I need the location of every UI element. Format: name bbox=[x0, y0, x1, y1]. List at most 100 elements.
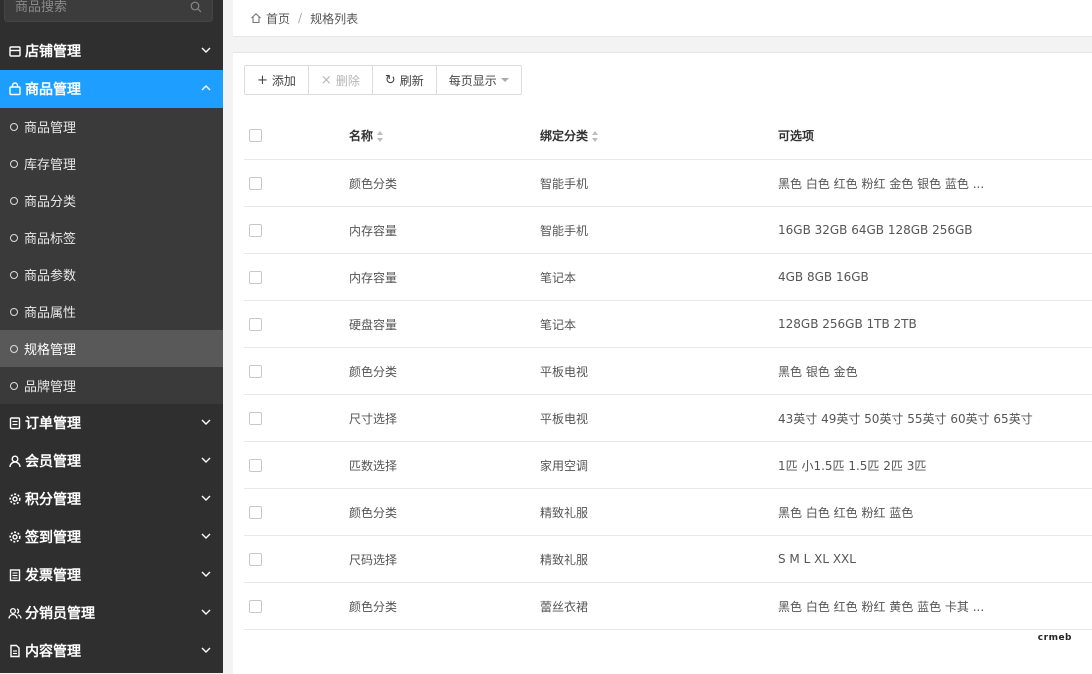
sidebar-item-label: 商品分类 bbox=[24, 195, 77, 210]
delete-button[interactable]: × 删除 bbox=[307, 65, 373, 95]
cell-options: 黑色 银色 金色 bbox=[778, 347, 1092, 395]
circle-icon bbox=[10, 270, 18, 279]
cell-options: S M L XL XXL bbox=[778, 535, 1092, 583]
row-checkbox[interactable] bbox=[249, 505, 262, 519]
sidebar-item-brands[interactable]: 品牌管理 bbox=[0, 367, 223, 404]
row-checkbox[interactable] bbox=[249, 176, 262, 190]
sidebar-item-label: 规格管理 bbox=[24, 343, 77, 358]
menu-group-invoices[interactable]: 发票管理 bbox=[0, 556, 223, 594]
delete-button-label: 删除 bbox=[335, 73, 360, 88]
chevron-down-icon bbox=[201, 647, 211, 653]
table-row[interactable]: 尺码选择 精致礼服 S M L XL XXL bbox=[244, 535, 1092, 583]
sidebar-item-specifications[interactable]: 规格管理 bbox=[0, 330, 223, 367]
chevron-down-icon bbox=[201, 609, 211, 615]
table-row[interactable]: 内存容量 智能手机 16GB 32GB 64GB 128GB 256GB bbox=[244, 206, 1092, 254]
table-row[interactable]: 颜色分类 平板电视 黑色 银色 金色 bbox=[244, 347, 1092, 395]
sidebar-item-products[interactable]: 商品管理 bbox=[0, 108, 223, 145]
table-row[interactable]: 颜色分类 蕾丝衣裙 黑色 白色 红色 粉红 黄色 蓝色 卡其 ... bbox=[244, 582, 1092, 630]
table-row[interactable]: 颜色分类 精致礼服 黑色 白色 红色 粉红 蓝色 bbox=[244, 488, 1092, 536]
table-row[interactable]: 尺寸选择 平板电视 43英寸 49英寸 50英寸 55英寸 60英寸 65英寸 bbox=[244, 394, 1092, 442]
menu-group-checkin[interactable]: 签到管理 bbox=[0, 518, 223, 556]
table-header-row: 名称 绑定分类 可选项 bbox=[244, 112, 1092, 160]
table-row[interactable]: 硬盘容量 笔记本 128GB 256GB 1TB 2TB bbox=[244, 300, 1092, 348]
caret-down-icon bbox=[500, 78, 509, 82]
row-checkbox[interactable] bbox=[249, 317, 262, 331]
row-checkbox[interactable] bbox=[249, 364, 262, 378]
menu-group-distributors[interactable]: 分销员管理 bbox=[0, 594, 223, 632]
cell-category: 精致礼服 bbox=[540, 488, 778, 536]
column-header-name[interactable]: 名称 bbox=[349, 112, 540, 160]
circle-icon bbox=[10, 122, 18, 131]
menu-group-content[interactable]: 内容管理 bbox=[0, 632, 223, 670]
table-row[interactable]: 匹数选择 家用空调 1匹 小1.5匹 1.5匹 2匹 3匹 bbox=[244, 441, 1092, 489]
cell-name: 尺寸选择 bbox=[349, 394, 540, 442]
sidebar-item-attributes[interactable]: 商品属性 bbox=[0, 293, 223, 330]
column-header-label: 可选项 bbox=[778, 129, 815, 143]
circle-icon bbox=[10, 381, 18, 390]
column-header-category[interactable]: 绑定分类 bbox=[540, 112, 778, 160]
sidebar-item-label: 商品标签 bbox=[24, 232, 77, 247]
menu-group-label: 会员管理 bbox=[25, 454, 81, 470]
menu-group-store[interactable]: 店铺管理 bbox=[0, 32, 223, 70]
cell-name: 尺码选择 bbox=[349, 535, 540, 583]
menu-group-products[interactable]: 商品管理 bbox=[0, 70, 223, 108]
table-row[interactable]: 内存容量 笔记本 4GB 8GB 16GB bbox=[244, 253, 1092, 301]
cell-options: 4GB 8GB 16GB bbox=[778, 253, 1092, 301]
cell-category: 笔记本 bbox=[540, 253, 778, 301]
spec-list-panel: + 添加 × 删除 ↻ 刷新 每页显示 名称 绑定分类 可选项 颜色分类 智能手… bbox=[233, 52, 1092, 674]
menu-group-members[interactable]: 会员管理 bbox=[0, 442, 223, 480]
plus-icon: + bbox=[257, 72, 268, 88]
row-checkbox[interactable] bbox=[249, 599, 262, 613]
menu-group-orders[interactable]: 订单管理 bbox=[0, 404, 223, 442]
row-checkbox[interactable] bbox=[249, 458, 262, 472]
product-search-input[interactable] bbox=[5, 0, 185, 21]
add-button[interactable]: + 添加 bbox=[244, 65, 309, 95]
menu-group-label: 发票管理 bbox=[25, 568, 81, 584]
select-all-checkbox[interactable] bbox=[249, 129, 262, 142]
users-icon bbox=[8, 607, 22, 619]
home-icon bbox=[251, 13, 261, 24]
cell-name: 内存容量 bbox=[349, 206, 540, 254]
cell-category: 平板电视 bbox=[540, 394, 778, 442]
spec-table: 名称 绑定分类 可选项 颜色分类 智能手机 黑色 白色 红色 粉红 金色 银色 蓝色… bbox=[244, 112, 1092, 630]
row-checkbox[interactable] bbox=[249, 270, 262, 284]
circle-icon bbox=[10, 344, 18, 353]
product-search-box[interactable] bbox=[4, 0, 213, 22]
invoice-icon bbox=[9, 569, 21, 582]
menu-group-label: 商品管理 bbox=[25, 82, 81, 98]
circle-icon bbox=[10, 196, 18, 205]
row-checkbox[interactable] bbox=[249, 411, 262, 425]
refresh-button-label: 刷新 bbox=[399, 73, 424, 88]
menu-group-points[interactable]: 积分管理 bbox=[0, 480, 223, 518]
sort-icon[interactable] bbox=[592, 131, 599, 142]
circle-icon bbox=[10, 233, 18, 242]
circle-icon bbox=[10, 307, 18, 316]
refresh-button[interactable]: ↻ 刷新 bbox=[371, 65, 437, 95]
sidebar-item-categories[interactable]: 商品分类 bbox=[0, 182, 223, 219]
circle-icon bbox=[10, 159, 18, 168]
search-icon[interactable] bbox=[190, 1, 202, 13]
sidebar-item-inventory[interactable]: 库存管理 bbox=[0, 145, 223, 182]
toolbar: + 添加 × 删除 ↻ 刷新 每页显示 bbox=[244, 65, 522, 95]
sort-icon[interactable] bbox=[377, 131, 384, 142]
menu-group-label: 内容管理 bbox=[25, 644, 81, 660]
sidebar: 店铺管理 商品管理 商品管理 库存管理 商品分类 商品标签 商品参数 商品属性 … bbox=[0, 0, 223, 673]
sidebar-item-tags[interactable]: 商品标签 bbox=[0, 219, 223, 256]
column-header-label: 名称 bbox=[349, 129, 374, 143]
menu-group-label: 订单管理 bbox=[25, 416, 81, 432]
breadcrumb-home-link[interactable]: 首页 bbox=[266, 10, 290, 27]
row-checkbox[interactable] bbox=[249, 223, 262, 237]
crmeb-logo: crmeb bbox=[1037, 633, 1072, 643]
sidebar-item-label: 商品管理 bbox=[24, 121, 77, 136]
cell-category: 平板电视 bbox=[540, 347, 778, 395]
cell-name: 匹数选择 bbox=[349, 441, 540, 489]
breadcrumb-separator: / bbox=[298, 11, 303, 25]
cell-category: 智能手机 bbox=[540, 206, 778, 254]
row-checkbox[interactable] bbox=[249, 552, 262, 566]
sidebar-item-parameters[interactable]: 商品参数 bbox=[0, 256, 223, 293]
chevron-down-icon bbox=[201, 457, 211, 463]
chevron-up-icon bbox=[201, 85, 211, 91]
per-page-label: 每页显示 bbox=[448, 73, 497, 88]
per-page-dropdown[interactable]: 每页显示 bbox=[435, 65, 522, 95]
table-row[interactable]: 颜色分类 智能手机 黑色 白色 红色 粉红 金色 银色 蓝色 ... bbox=[244, 159, 1092, 207]
